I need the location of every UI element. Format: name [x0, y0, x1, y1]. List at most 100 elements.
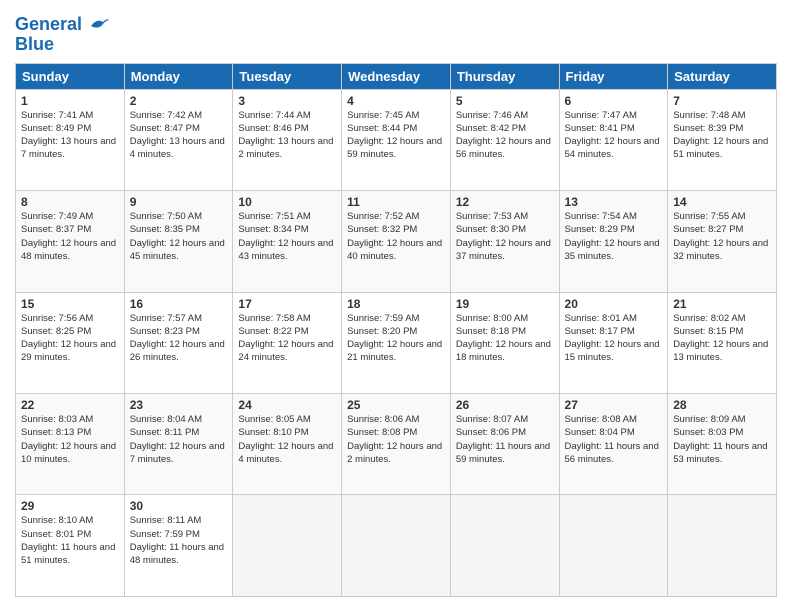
sunrise-label: Sunrise: 7:47 AM [565, 110, 637, 121]
day-info: Sunrise: 7:44 AM Sunset: 8:46 PM Dayligh… [238, 109, 336, 162]
sunrise-label: Sunrise: 8:08 AM [565, 414, 637, 425]
sunrise-label: Sunrise: 8:10 AM [21, 515, 93, 526]
page-header: General Blue [15, 15, 777, 55]
calendar-week-2: 8 Sunrise: 7:49 AM Sunset: 8:37 PM Dayli… [16, 191, 777, 292]
sunrise-label: Sunrise: 7:44 AM [238, 110, 310, 121]
daylight-label: Daylight: 12 hours and 56 minutes. [456, 136, 551, 160]
sunset-label: Sunset: 8:34 PM [238, 224, 308, 235]
daylight-label: Daylight: 12 hours and 4 minutes. [238, 441, 333, 465]
day-number: 14 [673, 195, 771, 209]
sunset-label: Sunset: 8:32 PM [347, 224, 417, 235]
day-cell-11: 11 Sunrise: 7:52 AM Sunset: 8:32 PM Dayl… [342, 191, 451, 292]
day-info: Sunrise: 8:09 AM Sunset: 8:03 PM Dayligh… [673, 413, 771, 466]
day-info: Sunrise: 7:57 AM Sunset: 8:23 PM Dayligh… [130, 312, 228, 365]
day-cell-23: 23 Sunrise: 8:04 AM Sunset: 8:11 PM Dayl… [124, 394, 233, 495]
daylight-label: Daylight: 12 hours and 54 minutes. [565, 136, 660, 160]
empty-cell [450, 495, 559, 597]
day-cell-6: 6 Sunrise: 7:47 AM Sunset: 8:41 PM Dayli… [559, 89, 668, 190]
daylight-label: Daylight: 12 hours and 29 minutes. [21, 339, 116, 363]
sunset-label: Sunset: 8:22 PM [238, 326, 308, 337]
day-cell-9: 9 Sunrise: 7:50 AM Sunset: 8:35 PM Dayli… [124, 191, 233, 292]
day-number: 18 [347, 297, 445, 311]
logo-text-blue: Blue [15, 35, 111, 55]
sunrise-label: Sunrise: 7:54 AM [565, 211, 637, 222]
day-info: Sunrise: 7:42 AM Sunset: 8:47 PM Dayligh… [130, 109, 228, 162]
day-info: Sunrise: 7:53 AM Sunset: 8:30 PM Dayligh… [456, 210, 554, 263]
day-info: Sunrise: 8:11 AM Sunset: 7:59 PM Dayligh… [130, 514, 228, 567]
day-info: Sunrise: 7:56 AM Sunset: 8:25 PM Dayligh… [21, 312, 119, 365]
sunrise-label: Sunrise: 7:56 AM [21, 313, 93, 324]
day-cell-3: 3 Sunrise: 7:44 AM Sunset: 8:46 PM Dayli… [233, 89, 342, 190]
sunrise-label: Sunrise: 7:50 AM [130, 211, 202, 222]
sunset-label: Sunset: 8:44 PM [347, 123, 417, 134]
day-cell-16: 16 Sunrise: 7:57 AM Sunset: 8:23 PM Dayl… [124, 292, 233, 393]
day-number: 1 [21, 94, 119, 108]
sunset-label: Sunset: 8:11 PM [130, 427, 200, 438]
sunset-label: Sunset: 8:41 PM [565, 123, 635, 134]
daylight-label: Daylight: 12 hours and 18 minutes. [456, 339, 551, 363]
sunrise-label: Sunrise: 8:02 AM [673, 313, 745, 324]
day-cell-15: 15 Sunrise: 7:56 AM Sunset: 8:25 PM Dayl… [16, 292, 125, 393]
sunset-label: Sunset: 8:47 PM [130, 123, 200, 134]
day-cell-4: 4 Sunrise: 7:45 AM Sunset: 8:44 PM Dayli… [342, 89, 451, 190]
sunset-label: Sunset: 8:06 PM [456, 427, 526, 438]
sunset-label: Sunset: 8:15 PM [673, 326, 743, 337]
day-number: 22 [21, 398, 119, 412]
day-cell-29: 29 Sunrise: 8:10 AM Sunset: 8:01 PM Dayl… [16, 495, 125, 597]
daylight-label: Daylight: 11 hours and 51 minutes. [21, 542, 115, 566]
day-number: 25 [347, 398, 445, 412]
daylight-label: Daylight: 12 hours and 7 minutes. [130, 441, 225, 465]
day-number: 10 [238, 195, 336, 209]
logo: General Blue [15, 15, 111, 55]
daylight-label: Daylight: 12 hours and 45 minutes. [130, 238, 225, 262]
calendar-week-5: 29 Sunrise: 8:10 AM Sunset: 8:01 PM Dayl… [16, 495, 777, 597]
daylight-label: Daylight: 12 hours and 15 minutes. [565, 339, 660, 363]
day-info: Sunrise: 7:51 AM Sunset: 8:34 PM Dayligh… [238, 210, 336, 263]
day-cell-20: 20 Sunrise: 8:01 AM Sunset: 8:17 PM Dayl… [559, 292, 668, 393]
header-friday: Friday [559, 63, 668, 89]
sunrise-label: Sunrise: 8:07 AM [456, 414, 528, 425]
day-number: 4 [347, 94, 445, 108]
sunset-label: Sunset: 7:59 PM [130, 529, 200, 540]
daylight-label: Daylight: 12 hours and 21 minutes. [347, 339, 442, 363]
day-cell-18: 18 Sunrise: 7:59 AM Sunset: 8:20 PM Dayl… [342, 292, 451, 393]
sunrise-label: Sunrise: 8:03 AM [21, 414, 93, 425]
sunset-label: Sunset: 8:13 PM [21, 427, 91, 438]
day-info: Sunrise: 7:55 AM Sunset: 8:27 PM Dayligh… [673, 210, 771, 263]
sunset-label: Sunset: 8:18 PM [456, 326, 526, 337]
day-cell-10: 10 Sunrise: 7:51 AM Sunset: 8:34 PM Dayl… [233, 191, 342, 292]
day-cell-7: 7 Sunrise: 7:48 AM Sunset: 8:39 PM Dayli… [668, 89, 777, 190]
sunrise-label: Sunrise: 8:06 AM [347, 414, 419, 425]
sunset-label: Sunset: 8:03 PM [673, 427, 743, 438]
daylight-label: Daylight: 12 hours and 26 minutes. [130, 339, 225, 363]
day-cell-27: 27 Sunrise: 8:08 AM Sunset: 8:04 PM Dayl… [559, 394, 668, 495]
day-number: 30 [130, 499, 228, 513]
daylight-label: Daylight: 12 hours and 48 minutes. [21, 238, 116, 262]
daylight-label: Daylight: 11 hours and 59 minutes. [456, 441, 550, 465]
day-info: Sunrise: 7:50 AM Sunset: 8:35 PM Dayligh… [130, 210, 228, 263]
day-cell-30: 30 Sunrise: 8:11 AM Sunset: 7:59 PM Dayl… [124, 495, 233, 597]
daylight-label: Daylight: 12 hours and 40 minutes. [347, 238, 442, 262]
logo-bird-icon [89, 16, 111, 34]
daylight-label: Daylight: 12 hours and 37 minutes. [456, 238, 551, 262]
header-saturday: Saturday [668, 63, 777, 89]
sunrise-label: Sunrise: 8:00 AM [456, 313, 528, 324]
day-info: Sunrise: 7:49 AM Sunset: 8:37 PM Dayligh… [21, 210, 119, 263]
calendar-week-4: 22 Sunrise: 8:03 AM Sunset: 8:13 PM Dayl… [16, 394, 777, 495]
weekday-header-row: Sunday Monday Tuesday Wednesday Thursday… [16, 63, 777, 89]
daylight-label: Daylight: 12 hours and 59 minutes. [347, 136, 442, 160]
sunrise-label: Sunrise: 7:52 AM [347, 211, 419, 222]
day-info: Sunrise: 7:58 AM Sunset: 8:22 PM Dayligh… [238, 312, 336, 365]
sunset-label: Sunset: 8:49 PM [21, 123, 91, 134]
sunset-label: Sunset: 8:25 PM [21, 326, 91, 337]
sunrise-label: Sunrise: 7:48 AM [673, 110, 745, 121]
day-number: 19 [456, 297, 554, 311]
day-cell-19: 19 Sunrise: 8:00 AM Sunset: 8:18 PM Dayl… [450, 292, 559, 393]
day-cell-25: 25 Sunrise: 8:06 AM Sunset: 8:08 PM Dayl… [342, 394, 451, 495]
day-number: 3 [238, 94, 336, 108]
day-info: Sunrise: 8:07 AM Sunset: 8:06 PM Dayligh… [456, 413, 554, 466]
day-info: Sunrise: 7:47 AM Sunset: 8:41 PM Dayligh… [565, 109, 663, 162]
sunrise-label: Sunrise: 8:04 AM [130, 414, 202, 425]
header-thursday: Thursday [450, 63, 559, 89]
sunset-label: Sunset: 8:35 PM [130, 224, 200, 235]
